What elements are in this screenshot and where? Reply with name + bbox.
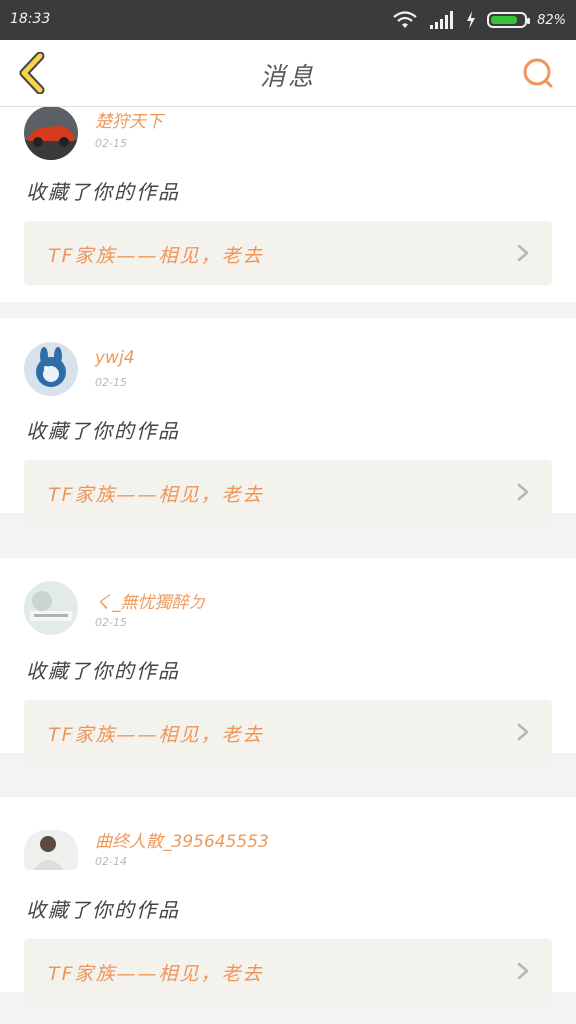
pale-photo-avatar <box>24 581 78 635</box>
message-card: く_無忧獨醉ㄉ 02-15 收藏了你的作品 TF家族——相见，老去 <box>0 558 576 764</box>
work-link[interactable]: TF家族——相见，老去 <box>24 221 552 285</box>
message-text: 收藏了你的作品 <box>26 419 180 443</box>
battery-icon <box>487 12 531 28</box>
work-link[interactable]: TF家族——相见，老去 <box>24 939 552 1003</box>
message-text: 收藏了你的作品 <box>26 898 180 922</box>
search-icon[interactable] <box>520 56 556 92</box>
message-date: 02-15 <box>95 376 127 389</box>
message-date: 02-14 <box>95 855 127 868</box>
status-icons: 82% <box>391 8 566 32</box>
chevron-right-icon <box>517 483 529 501</box>
status-time: 18:33 <box>10 11 51 27</box>
user-avatar[interactable] <box>24 342 78 396</box>
message-text: 收藏了你的作品 <box>26 180 180 204</box>
work-link[interactable]: TF家族——相见，老去 <box>24 460 552 524</box>
message-card: 楚狩天下 02-15 收藏了你的作品 TF家族——相见，老去 <box>0 107 576 302</box>
battery-percent: 82% <box>537 12 566 28</box>
work-title: TF家族——相见，老去 <box>48 484 264 506</box>
portrait-photo-avatar <box>24 830 78 870</box>
user-name[interactable]: 楚狩天下 <box>95 107 163 132</box>
user-avatar[interactable] <box>24 581 78 635</box>
nav-bar: 消息 <box>0 40 576 107</box>
blue-rabbit-avatar <box>24 342 78 396</box>
user-name[interactable]: ywj4 <box>95 348 135 368</box>
message-text: 收藏了你的作品 <box>26 659 180 683</box>
wifi-icon <box>393 11 417 28</box>
battery-level <box>491 16 518 24</box>
message-date: 02-15 <box>95 137 127 150</box>
user-avatar[interactable] <box>24 107 78 160</box>
red-sports-car-avatar <box>24 107 78 160</box>
message-card: ywj4 02-15 收藏了你的作品 TF家族——相见，老去 <box>0 318 576 524</box>
user-name[interactable]: 曲终人散_395645553 <box>95 827 269 852</box>
user-avatar[interactable] <box>24 830 78 870</box>
screen: 18:33 82% 消息 楚狩天下 02-15 收藏了你的作品 TF家族——相见… <box>0 0 576 1024</box>
user-name[interactable]: く_無忧獨醉ㄉ <box>95 588 206 613</box>
message-card: 曲终人散_395645553 02-14 收藏了你的作品 TF家族——相见，老去 <box>0 797 576 1003</box>
signal-icon <box>430 11 454 29</box>
charging-icon <box>467 11 476 29</box>
chevron-right-icon <box>517 962 529 980</box>
chevron-right-icon <box>517 723 529 741</box>
work-title: TF家族——相见，老去 <box>48 245 264 267</box>
work-title: TF家族——相见，老去 <box>48 724 264 746</box>
status-bar: 18:33 82% <box>0 0 576 40</box>
message-date: 02-15 <box>95 616 127 629</box>
work-link[interactable]: TF家族——相见，老去 <box>24 700 552 764</box>
chevron-right-icon <box>517 244 529 262</box>
work-title: TF家族——相见，老去 <box>48 963 264 985</box>
message-list: 楚狩天下 02-15 收藏了你的作品 TF家族——相见，老去 ywj4 02-1… <box>0 107 576 1024</box>
page-title: 消息 <box>259 62 316 91</box>
